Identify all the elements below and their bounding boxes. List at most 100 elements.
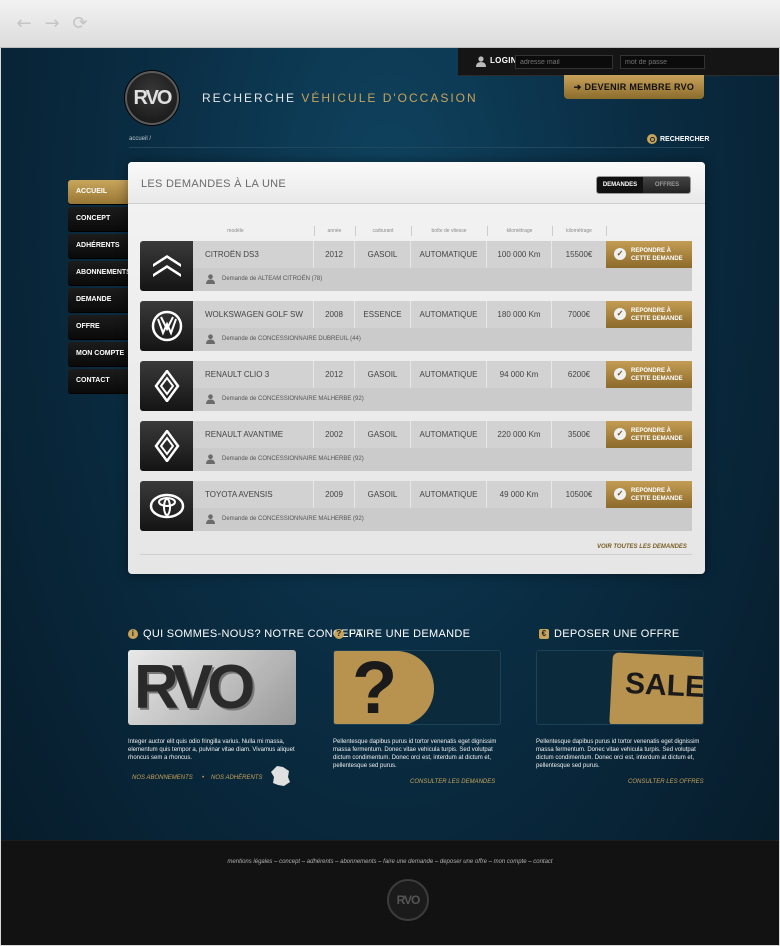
cell-fuel: GASOIL xyxy=(355,421,411,448)
sidebar-nav: ACCUEIL CONCEPT ADHÉRENTS ABONNEMENTS DE… xyxy=(68,180,131,396)
info-icon: i xyxy=(128,629,138,640)
subscriptions-link[interactable]: NOS ABONNEMENTS xyxy=(132,775,193,781)
rvo-logo-large: RVO xyxy=(134,653,255,722)
request-image[interactable]: ? xyxy=(333,650,501,725)
sidebar-item-mon-compte[interactable]: MON COMPTE xyxy=(68,342,128,366)
cell-year: 2009 xyxy=(314,481,355,508)
brand-logo xyxy=(140,241,193,291)
cell-mileage: 94 000 Km xyxy=(487,361,552,388)
reload-icon[interactable]: ⟳ xyxy=(70,14,90,34)
cell-year: 2008 xyxy=(314,301,355,328)
volkswagen-icon xyxy=(151,310,183,342)
tab-offres[interactable]: OFFRES xyxy=(643,177,690,193)
search-label: RECHERCHER xyxy=(660,135,710,143)
offer-image[interactable]: SALE xyxy=(536,650,704,725)
sidebar-item-abonnements[interactable]: ABONNEMENTS xyxy=(68,261,131,285)
requester-text[interactable]: Demande de CONCESSIONNAIRE MALHERBE (92) xyxy=(222,456,364,462)
cell-model: RENAULT AVANTIME xyxy=(193,421,314,448)
request-cells: WOLKSWAGEN GOLF SW 2008 ESSENCE AUTOMATI… xyxy=(193,301,606,328)
sidebar-item-accueil[interactable]: ACCUEIL xyxy=(68,180,128,204)
email-field[interactable] xyxy=(515,55,613,69)
password-field[interactable] xyxy=(620,55,705,69)
site: LOGIN RVO RECHERCHE VÉHICULE D'OCCASION … xyxy=(1,48,779,945)
reply-button[interactable]: ✓ REPONDRE À CETTE DEMANDE xyxy=(606,301,692,328)
cell-price: 3500€ xyxy=(567,430,591,439)
login-label: LOGIN xyxy=(490,56,517,65)
wallet-icon: € xyxy=(539,629,549,640)
sidebar-item-contact[interactable]: CONTACT xyxy=(68,369,128,393)
reply-button[interactable]: ✓ REPONDRE À CETTE DEMANDE xyxy=(606,421,692,448)
requester-text[interactable]: Demande de CONCESSIONNAIRE MALHERBE (92) xyxy=(222,396,364,402)
brand-logo xyxy=(140,481,193,531)
reply-label-line2: CETTE DEMANDE xyxy=(631,316,683,322)
panel-header: LES DEMANDES À LA UNE DEMANDES OFFRES xyxy=(128,162,705,204)
requests-panel: LES DEMANDES À LA UNE DEMANDES OFFRES mo… xyxy=(128,162,705,574)
sidebar-item-offre[interactable]: OFFRE xyxy=(68,315,128,339)
cell-model: RENAULT CLIO 3 xyxy=(193,361,314,388)
check-icon: ✓ xyxy=(614,248,626,260)
cell-year: 2012 xyxy=(314,361,355,388)
reply-label-line1: REPONDRE À xyxy=(631,428,672,434)
cell-price: 15500€ xyxy=(565,250,593,259)
column-header-price: kilométrage xyxy=(566,228,592,234)
footer: mentions légales – concept – adhérents –… xyxy=(1,840,779,945)
reply-label-line2: CETTE DEMANDE xyxy=(631,436,683,442)
cell-gearbox: AUTOMATIQUE xyxy=(411,421,487,448)
view-requests-link[interactable]: CONSULTER LES DEMANDES xyxy=(410,779,495,785)
tagline-part-b: VÉHICULE D'OCCASION xyxy=(301,91,478,105)
site-tagline: RECHERCHE VÉHICULE D'OCCASION xyxy=(202,91,478,105)
renault-icon xyxy=(154,370,180,402)
column-divider xyxy=(606,226,607,236)
footer-links[interactable]: mentions légales – concept – adhérents –… xyxy=(1,859,779,865)
requester-text[interactable]: Demande de ALTEAM CITROËN (78) xyxy=(222,276,322,282)
sidebar-item-adherents[interactable]: ADHÉRENTS xyxy=(68,234,128,258)
see-all-requests-link[interactable]: VOIR TOUTES LES DEMANDES xyxy=(597,544,687,550)
request-row: RENAULT AVANTIME 2002 GASOIL AUTOMATIQUE… xyxy=(140,421,692,471)
check-icon: ✓ xyxy=(614,368,626,380)
request-cells: CITROËN DS3 2012 GASOIL AUTOMATIQUE 100 … xyxy=(193,241,606,268)
arrow-right-icon: ➔ xyxy=(573,82,582,92)
check-icon: ✓ xyxy=(614,308,626,320)
reply-button[interactable]: ✓ REPONDRE À CETTE DEMANDE xyxy=(606,361,692,388)
request-row: CITROËN DS3 2012 GASOIL AUTOMATIQUE 100 … xyxy=(140,241,692,291)
logo[interactable]: RVO xyxy=(125,71,179,125)
search-link[interactable]: RECHERCHER xyxy=(647,134,709,144)
requester-text[interactable]: Demande de CONCESSIONNAIRE DUBREUIL (44) xyxy=(222,336,361,342)
browser-toolbar: ← → ⟳ xyxy=(0,0,780,48)
members-link[interactable]: NOS ADHÉRENTS xyxy=(211,775,262,781)
reply-button[interactable]: ✓ REPONDRE À CETTE DEMANDE xyxy=(606,241,692,268)
view-offers-link[interactable]: CONSULTER LES OFFRES xyxy=(628,779,704,785)
user-icon xyxy=(206,274,215,284)
request-detail: Demande de ALTEAM CITROËN (78) xyxy=(193,268,692,291)
user-icon xyxy=(206,334,215,344)
sidebar-item-concept[interactable]: CONCEPT xyxy=(68,207,128,231)
user-icon xyxy=(206,394,215,404)
back-arrow-icon[interactable]: ← xyxy=(14,14,34,34)
sidebar-item-demande[interactable]: DEMANDE xyxy=(68,288,128,312)
tab-demandes[interactable]: DEMANDES xyxy=(597,177,643,193)
user-icon xyxy=(476,56,486,67)
footer-logo[interactable]: RVO xyxy=(387,879,429,921)
cell-gearbox: AUTOMATIQUE xyxy=(411,361,487,388)
panel-title: LES DEMANDES À LA UNE xyxy=(141,178,287,190)
forward-arrow-icon[interactable]: → xyxy=(42,14,62,34)
reply-label-line2: CETTE DEMANDE xyxy=(631,496,683,502)
user-icon xyxy=(206,514,215,524)
cell-year: 2002 xyxy=(314,421,355,448)
user-icon xyxy=(206,454,215,464)
reply-label-line2: CETTE DEMANDE xyxy=(631,376,683,382)
reply-button[interactable]: ✓ REPONDRE À CETTE DEMANDE xyxy=(606,481,692,508)
cell-fuel: GASOIL xyxy=(355,241,411,268)
concept-image[interactable]: RVO xyxy=(128,650,296,725)
become-member-button[interactable]: ➔ DEVENIR MEMBRE RVO xyxy=(564,75,704,99)
request-row: RENAULT CLIO 3 2012 GASOIL AUTOMATIQUE 9… xyxy=(140,361,692,411)
question-mark-graphic: ? xyxy=(352,650,398,725)
request-title: FAIRE UNE DEMANDE xyxy=(349,628,471,640)
cell-fuel: ESSENCE xyxy=(355,301,411,328)
breadcrumb[interactable]: accueil / xyxy=(129,136,151,142)
requester-text[interactable]: Demande de CONCESSIONNAIRE MALHERBE (92) xyxy=(222,516,364,522)
cell-mileage: 100 000 Km xyxy=(487,241,552,268)
reply-label-line1: REPONDRE À xyxy=(631,368,672,374)
cell-model: WOLKSWAGEN GOLF SW xyxy=(193,301,314,328)
column-header-mileage: kilométrage xyxy=(506,228,533,234)
